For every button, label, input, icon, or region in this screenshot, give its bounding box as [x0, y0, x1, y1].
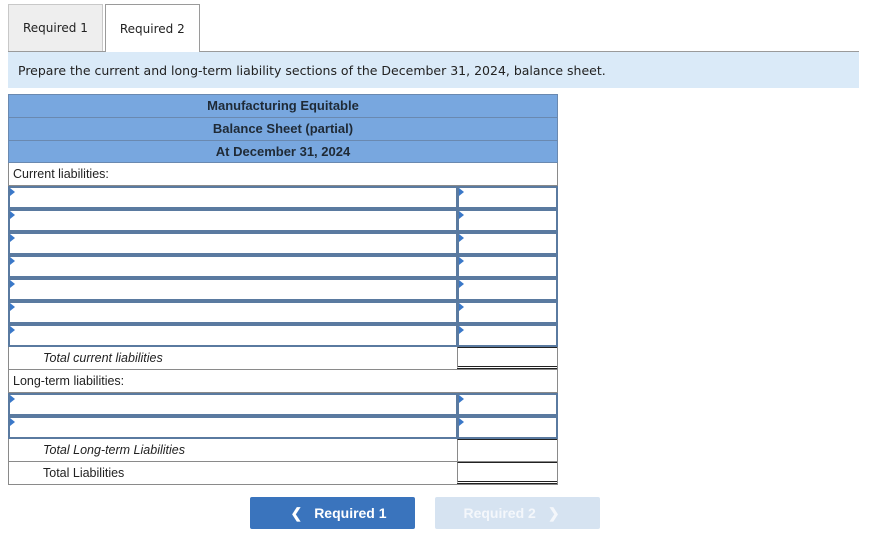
instruction-banner: Prepare the current and long-term liabil…: [8, 52, 859, 88]
long-term-liabilities-rows: [8, 393, 558, 439]
dropdown-marker-icon: [10, 395, 15, 403]
input-marker-icon: [459, 257, 464, 265]
company-name: Manufacturing Equitable: [8, 94, 558, 117]
total-current-liabilities-label: Total current liabilities: [43, 351, 163, 365]
current-liability-amount-input[interactable]: [458, 209, 558, 232]
total-long-term-liabilities-amount[interactable]: [457, 439, 557, 461]
previous-button-label: Required 1: [314, 505, 387, 521]
current-liability-description-input[interactable]: [8, 186, 458, 209]
previous-required-1-button[interactable]: ❮ Required 1: [250, 497, 415, 529]
long-term-liability-amount-input[interactable]: [458, 393, 558, 416]
tab-required-2[interactable]: Required 2: [104, 4, 200, 52]
balance-sheet-table: Manufacturing Equitable Balance Sheet (p…: [8, 94, 558, 485]
long-term-liabilities-heading: Long-term liabilities:: [8, 370, 558, 393]
dropdown-marker-icon: [10, 188, 15, 196]
dropdown-marker-icon: [10, 280, 15, 288]
dropdown-marker-icon: [10, 234, 15, 242]
dropdown-marker-icon: [10, 257, 15, 265]
current-liability-amount-input[interactable]: [458, 255, 558, 278]
current-liability-amount-input[interactable]: [458, 232, 558, 255]
dropdown-marker-icon: [10, 418, 15, 426]
input-marker-icon: [459, 418, 464, 426]
total-long-term-liabilities-row: Total Long-term Liabilities: [8, 439, 558, 462]
total-long-term-liabilities-label: Total Long-term Liabilities: [43, 443, 185, 457]
input-marker-icon: [459, 303, 464, 311]
total-liabilities-label: Total Liabilities: [43, 466, 125, 480]
current-liability-description-input[interactable]: [8, 209, 458, 232]
current-liability-amount-input[interactable]: [458, 324, 558, 347]
total-liabilities-amount[interactable]: [457, 462, 557, 484]
current-liability-amount-input[interactable]: [458, 186, 558, 209]
current-liability-amount-input[interactable]: [458, 301, 558, 324]
input-marker-icon: [459, 395, 464, 403]
tab-bar: Required 1 Required 2: [8, 4, 200, 52]
dropdown-marker-icon: [10, 211, 15, 219]
current-liability-description-input[interactable]: [8, 278, 458, 301]
statement-date: At December 31, 2024: [8, 140, 558, 163]
statement-title: Balance Sheet (partial): [8, 117, 558, 140]
long-term-liability-description-input[interactable]: [8, 416, 458, 439]
current-liability-description-input[interactable]: [8, 255, 458, 278]
chevron-right-icon: ❯: [547, 504, 560, 521]
current-liability-description-input[interactable]: [8, 232, 458, 255]
total-current-liabilities-row: Total current liabilities: [8, 347, 558, 370]
long-term-liability-row: [8, 416, 558, 439]
dropdown-marker-icon: [10, 303, 15, 311]
current-liability-description-input[interactable]: [8, 324, 458, 347]
total-liabilities-row: Total Liabilities: [8, 462, 558, 485]
tab-required-1[interactable]: Required 1: [8, 4, 103, 51]
current-liability-amount-input[interactable]: [458, 278, 558, 301]
chevron-left-icon: ❮: [290, 504, 303, 521]
input-marker-icon: [459, 188, 464, 196]
long-term-liability-description-input[interactable]: [8, 393, 458, 416]
total-current-liabilities-amount[interactable]: [457, 347, 557, 369]
long-term-liability-row: [8, 393, 558, 416]
current-liability-row: [8, 324, 558, 347]
long-term-liability-amount-input[interactable]: [458, 416, 558, 439]
input-marker-icon: [459, 280, 464, 288]
next-required-2-button: Required 2 ❯: [435, 497, 600, 529]
current-liability-description-input[interactable]: [8, 301, 458, 324]
current-liabilities-rows: [8, 186, 558, 347]
current-liability-row: [8, 278, 558, 301]
dropdown-marker-icon: [10, 326, 15, 334]
input-marker-icon: [459, 234, 464, 242]
current-liabilities-heading: Current liabilities:: [8, 163, 558, 186]
current-liability-row: [8, 232, 558, 255]
instruction-text: Prepare the current and long-term liabil…: [18, 62, 606, 78]
input-marker-icon: [459, 211, 464, 219]
current-liability-row: [8, 209, 558, 232]
next-button-label: Required 2: [463, 505, 536, 521]
current-liability-row: [8, 255, 558, 278]
current-liability-row: [8, 301, 558, 324]
input-marker-icon: [459, 326, 464, 334]
current-liability-row: [8, 186, 558, 209]
